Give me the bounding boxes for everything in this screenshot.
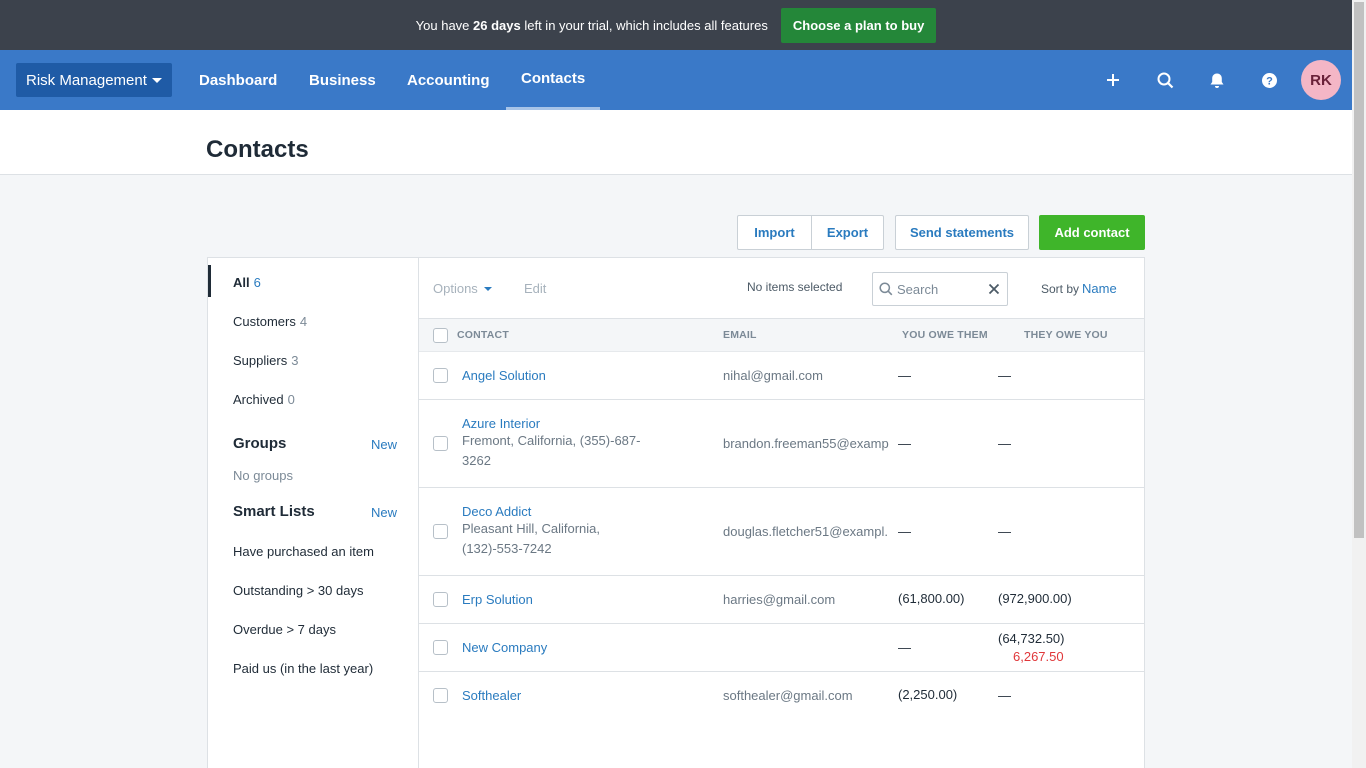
edit-button[interactable]: Edit [524, 281, 546, 296]
top-navigation: Risk Management Dashboard Business Accou… [0, 50, 1352, 110]
contacts-sidebar: All 6 Customers 4 Suppliers 3 Archived 0 Gro… [208, 258, 419, 768]
page-header: Contacts [0, 110, 1352, 175]
they-owe-you-amount: (64,732.50) [998, 631, 1065, 646]
row-checkbox[interactable] [433, 436, 448, 451]
contact-email: douglas.fletcher51@exampl. [723, 524, 888, 539]
sort-by-value[interactable]: Name [1082, 281, 1117, 296]
table-row[interactable]: Angel Solution nihal@gmail.com — — [419, 352, 1144, 400]
search-icon[interactable] [1153, 68, 1177, 92]
smart-list-overdue-7[interactable]: Overdue > 7 days [233, 622, 336, 637]
nav-dashboard[interactable]: Dashboard [199, 50, 277, 110]
filter-archived[interactable]: Archived 0 [233, 392, 295, 407]
choose-plan-button[interactable]: Choose a plan to buy [780, 7, 937, 43]
column-contact[interactable]: CONTACT [457, 329, 509, 341]
table-row[interactable]: Azure Interior Fremont, California, (355… [419, 400, 1144, 488]
contact-name-link[interactable]: New Company [462, 640, 547, 655]
contact-email: harries@gmail.com [723, 592, 836, 607]
they-owe-you-amount: — [998, 436, 1011, 451]
smart-lists-heading: Smart Lists [233, 503, 315, 520]
bell-icon[interactable] [1205, 68, 1229, 92]
they-owe-you-amount: — [998, 524, 1011, 539]
organization-switcher[interactable]: Risk Management [16, 63, 172, 97]
row-checkbox[interactable] [433, 640, 448, 655]
contact-email: softhealer@gmail.com [723, 688, 853, 703]
import-button[interactable]: Import [737, 215, 812, 250]
plus-icon[interactable] [1101, 68, 1125, 92]
contact-name-link[interactable]: Azure Interior [462, 416, 540, 431]
groups-heading: Groups [233, 435, 287, 452]
row-checkbox[interactable] [433, 368, 448, 383]
nav-accounting[interactable]: Accounting [407, 50, 490, 110]
overdue-amount: 6,267.50 [1013, 649, 1064, 664]
active-filter-indicator [208, 265, 211, 297]
search-input[interactable] [897, 281, 977, 297]
you-owe-them-amount: — [898, 524, 911, 539]
search-box[interactable] [872, 272, 1008, 306]
caret-down-icon [483, 286, 492, 291]
list-toolbar: Options Edit No items selected Sort byNa… [419, 258, 1144, 319]
new-group-link[interactable]: New [371, 437, 397, 452]
nav-business[interactable]: Business [309, 50, 376, 110]
select-all-checkbox[interactable] [433, 328, 448, 343]
row-checkbox[interactable] [433, 592, 448, 607]
groups-empty-text: No groups [233, 468, 293, 483]
new-smart-list-link[interactable]: New [371, 505, 397, 520]
contact-address: Fremont, California, (355)-687-3262 [462, 433, 641, 468]
contact-name-link[interactable]: Deco Addict [462, 504, 531, 519]
svg-text:?: ? [1266, 75, 1273, 87]
contact-address: Pleasant Hill, California, (132)-553-724… [462, 521, 601, 556]
you-owe-them-amount: — [898, 368, 911, 383]
help-icon[interactable]: ? [1257, 68, 1281, 92]
contact-name-link[interactable]: Softhealer [462, 688, 521, 703]
filter-all[interactable]: All 6 [233, 275, 261, 290]
row-checkbox[interactable] [433, 688, 448, 703]
table-row[interactable]: Softhealer softhealer@gmail.com (2,250.0… [419, 672, 1144, 720]
contact-name-link[interactable]: Angel Solution [462, 368, 546, 383]
you-owe-them-amount: — [898, 640, 911, 655]
caret-down-icon [151, 77, 162, 83]
export-button[interactable]: Export [811, 215, 884, 250]
column-they-owe-you[interactable]: THEY OWE YOU [1024, 329, 1108, 341]
they-owe-you-amount: — [998, 368, 1011, 383]
column-you-owe-them[interactable]: YOU OWE THEM [902, 329, 988, 341]
column-email[interactable]: EMAIL [723, 329, 757, 341]
contacts-panel: All 6 Customers 4 Suppliers 3 Archived 0 Gro… [207, 257, 1145, 768]
add-contact-button[interactable]: Add contact [1039, 215, 1145, 250]
filter-customers[interactable]: Customers 4 [233, 314, 307, 329]
you-owe-them-amount: (2,250.00) [898, 687, 958, 702]
search-icon [879, 282, 893, 296]
page-scrollbar[interactable] [1352, 0, 1366, 768]
you-owe-them-amount: — [898, 436, 911, 451]
trial-message: You have 26 days left in your trial, whi… [415, 17, 768, 33]
row-checkbox[interactable] [433, 524, 448, 539]
scrollbar-thumb[interactable] [1354, 2, 1364, 538]
table-row[interactable]: Erp Solution harries@gmail.com (61,800.0… [419, 576, 1144, 624]
contact-email: brandon.freeman55@examp [723, 436, 889, 451]
selection-status: No items selected [747, 280, 843, 294]
smart-list-purchased-item[interactable]: Have purchased an item [233, 544, 374, 559]
send-statements-button[interactable]: Send statements [895, 215, 1029, 250]
contact-name-link[interactable]: Erp Solution [462, 592, 533, 607]
page-title: Contacts [206, 136, 309, 163]
trial-days: 26 days [473, 17, 521, 33]
smart-list-paid-last-year[interactable]: Paid us (in the last year) [233, 661, 373, 676]
organization-name: Risk Management [26, 71, 147, 89]
you-owe-them-amount: (61,800.00) [898, 591, 965, 606]
they-owe-you-amount: (972,900.00) [998, 591, 1072, 606]
sort-by: Sort by Name [1041, 281, 1117, 296]
contact-email: nihal@gmail.com [723, 368, 823, 383]
smart-list-outstanding-30[interactable]: Outstanding > 30 days [233, 583, 363, 598]
they-owe-you-amount: — [998, 688, 1011, 703]
table-header: CONTACT EMAIL YOU OWE THEM THEY OWE YOU [419, 319, 1144, 352]
filter-suppliers[interactable]: Suppliers 3 [233, 353, 298, 368]
table-row[interactable]: New Company — (64,732.50) 6,267.50 [419, 624, 1144, 672]
table-row[interactable]: Deco Addict Pleasant Hill, California, (… [419, 488, 1144, 576]
options-dropdown[interactable]: Options [433, 281, 492, 296]
clear-search-icon[interactable] [987, 282, 1001, 296]
trial-banner: You have 26 days left in your trial, whi… [0, 0, 1352, 50]
nav-contacts[interactable]: Contacts [506, 50, 601, 110]
user-avatar[interactable]: RK [1301, 60, 1341, 100]
